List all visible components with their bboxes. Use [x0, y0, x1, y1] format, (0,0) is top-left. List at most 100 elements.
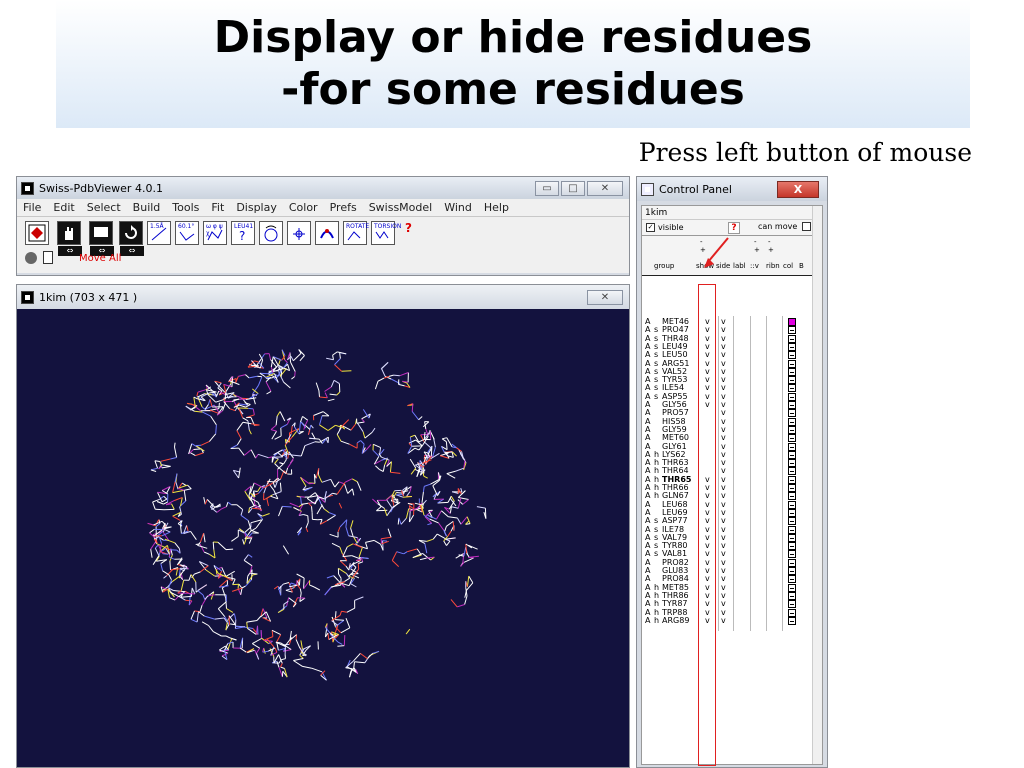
- residue-color-swatch[interactable]: [788, 326, 796, 335]
- residue-color-swatch[interactable]: [788, 525, 796, 534]
- residue-color-swatch[interactable]: [788, 392, 796, 401]
- menu-item-tools[interactable]: Tools: [166, 201, 205, 214]
- residue-color-swatch[interactable]: [788, 583, 796, 592]
- residue-color-swatch[interactable]: [788, 342, 796, 351]
- surface-header[interactable]: ::v: [750, 262, 759, 270]
- menu-item-edit[interactable]: Edit: [47, 201, 80, 214]
- residue-color-swatch[interactable]: [788, 475, 796, 484]
- fix-atom-icon[interactable]: [315, 221, 339, 245]
- menu-item-prefs[interactable]: Prefs: [324, 201, 363, 214]
- molecule-bond: [290, 426, 293, 435]
- menu-item-file[interactable]: File: [17, 201, 47, 214]
- main-window-titlebar[interactable]: Swiss-PdbViewer 4.0.1 ▭ □ ✕: [17, 177, 629, 199]
- menu-item-color[interactable]: Color: [283, 201, 324, 214]
- molecule-bond: [323, 508, 330, 514]
- molecule-bond: [350, 520, 354, 529]
- ribn-minus-marker[interactable]: -: [768, 238, 771, 246]
- residue-color-swatch[interactable]: [788, 359, 796, 368]
- close-button[interactable]: X: [777, 180, 819, 198]
- residue-color-swatch[interactable]: [788, 417, 796, 426]
- residue-color-swatch[interactable]: [788, 542, 796, 551]
- molecule-bond: [239, 647, 247, 653]
- residue-side-toggle[interactable]: v: [721, 616, 726, 625]
- visible-checkbox[interactable]: ✓: [646, 223, 655, 232]
- molecule-bond: [190, 610, 195, 620]
- close-button[interactable]: ✕: [587, 289, 623, 305]
- b-header[interactable]: B: [799, 262, 804, 270]
- residue-color-swatch[interactable]: [788, 616, 796, 625]
- residue-color-swatch[interactable]: [788, 376, 796, 385]
- residue-color-swatch[interactable]: [788, 459, 796, 468]
- menu-item-build[interactable]: Build: [127, 201, 167, 214]
- show-neighbors-icon[interactable]: [259, 221, 283, 245]
- molecule-window-titlebar[interactable]: 1kim (703 x 471 ) ✕: [17, 285, 629, 309]
- close-button[interactable]: ✕: [587, 180, 623, 196]
- molecule-bond: [229, 408, 236, 412]
- residue-color-swatch[interactable]: [788, 500, 796, 509]
- vertical-scrollbar[interactable]: [812, 206, 822, 764]
- residue-color-swatch[interactable]: [788, 401, 796, 409]
- maximize-button[interactable]: □: [561, 180, 585, 196]
- torsion-icon[interactable]: TORSION: [371, 221, 401, 245]
- menu-item-display[interactable]: Display: [230, 201, 283, 214]
- menu-item-swissmodel[interactable]: SwissModel: [363, 201, 439, 214]
- residue-color-swatch[interactable]: [788, 334, 796, 343]
- residue-color-swatch[interactable]: [788, 608, 796, 617]
- molecule-bond: [161, 464, 171, 467]
- residue-color-swatch[interactable]: [788, 533, 796, 542]
- residue-color-swatch[interactable]: [788, 508, 796, 517]
- residue-color-swatch[interactable]: [788, 567, 796, 575]
- labl-header[interactable]: labl: [733, 262, 746, 270]
- residue-color-swatch[interactable]: [788, 558, 796, 567]
- residue-color-swatch[interactable]: [788, 450, 796, 459]
- help-icon[interactable]: ?: [405, 221, 412, 235]
- molecule-bond: [232, 578, 236, 585]
- rotate-icon[interactable]: ⇔: [119, 221, 144, 256]
- can-move-checkbox[interactable]: [802, 222, 811, 231]
- mutate-icon[interactable]: ROTATE: [343, 221, 369, 245]
- col-header[interactable]: col: [783, 262, 793, 270]
- measure-dihedral-icon[interactable]: ω φ ψ χ: [203, 221, 227, 245]
- residue-color-swatch[interactable]: [788, 591, 796, 600]
- molecule-bond: [362, 431, 366, 439]
- molecule-bond: [327, 632, 330, 640]
- center-atom-icon[interactable]: [287, 221, 311, 245]
- residue-row[interactable]: Ah ARG89 v v: [642, 616, 812, 625]
- residue-color-swatch[interactable]: [788, 467, 796, 476]
- menu-item-help[interactable]: Help: [478, 201, 515, 214]
- residue-color-swatch[interactable]: [788, 484, 796, 492]
- menu-item-select[interactable]: Select: [81, 201, 127, 214]
- help-button[interactable]: ?: [728, 222, 740, 234]
- measure-distance-icon[interactable]: 1.5Å: [147, 221, 171, 245]
- molecule-canvas[interactable]: [17, 309, 629, 768]
- residue-color-swatch[interactable]: [788, 434, 796, 443]
- residue-color-swatch[interactable]: [788, 492, 796, 501]
- col-minus-marker[interactable]: -: [754, 238, 757, 246]
- center-molecule-icon[interactable]: [25, 221, 49, 245]
- residue-color-swatch[interactable]: [788, 575, 796, 584]
- residue-color-swatch[interactable]: [788, 409, 796, 418]
- molecule-bond: [456, 517, 462, 525]
- residue-color-swatch[interactable]: [788, 318, 796, 326]
- group-header[interactable]: group: [654, 262, 674, 270]
- menu-item-fit[interactable]: Fit: [205, 201, 230, 214]
- residue-color-swatch[interactable]: [788, 600, 796, 609]
- molecule-name[interactable]: 1kim: [642, 206, 822, 220]
- ribn-plus-marker[interactable]: +: [768, 246, 774, 254]
- zoom-window-icon[interactable]: ⇔: [89, 221, 114, 256]
- residue-color-swatch[interactable]: [788, 384, 796, 393]
- ribn-header[interactable]: ribn: [766, 262, 780, 270]
- residue-color-swatch[interactable]: [788, 517, 796, 526]
- move-hand-icon[interactable]: ⇔: [57, 221, 82, 256]
- residue-color-swatch[interactable]: [788, 442, 796, 451]
- residue-color-swatch[interactable]: [788, 367, 796, 376]
- identify-residue-icon[interactable]: LEU41 ?: [231, 221, 255, 245]
- residue-color-swatch[interactable]: [788, 425, 796, 434]
- residue-color-swatch[interactable]: [788, 550, 796, 559]
- minimize-button[interactable]: ▭: [535, 180, 559, 196]
- control-panel-titlebar[interactable]: Control Panel X: [637, 177, 827, 201]
- measure-angle-icon[interactable]: 60.1°: [175, 221, 199, 245]
- menu-item-wind[interactable]: Wind: [438, 201, 478, 214]
- residue-color-swatch[interactable]: [788, 351, 796, 360]
- col-plus-marker[interactable]: +: [754, 246, 760, 254]
